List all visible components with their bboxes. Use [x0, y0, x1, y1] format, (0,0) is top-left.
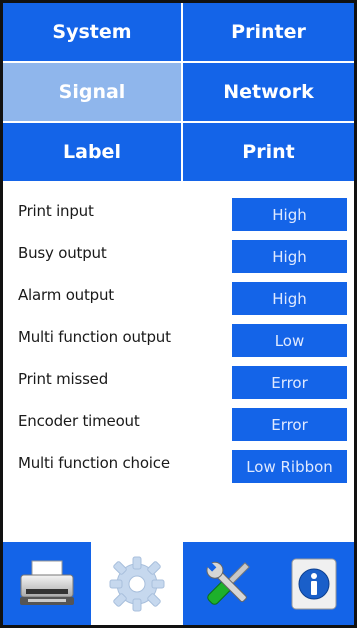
info-button[interactable]	[273, 542, 354, 625]
setting-label: Alarm output	[18, 286, 114, 304]
printer-button[interactable]	[3, 542, 91, 625]
tab-system[interactable]: System	[3, 3, 183, 63]
setting-row-encoder-timeout: Encoder timeout Error	[3, 406, 354, 448]
setting-row-busy-output: Busy output High	[3, 238, 354, 280]
setting-label: Print missed	[18, 370, 109, 388]
setting-value-button[interactable]: Error	[232, 366, 347, 399]
setting-value-button[interactable]: Low	[232, 324, 347, 357]
category-tabs: System Printer Signal Network Label Prin…	[3, 3, 354, 183]
setting-row-multi-function-output: Multi function output Low	[3, 322, 354, 364]
setting-row-print-input: Print input High	[3, 196, 354, 238]
setting-value-button[interactable]: High	[232, 282, 347, 315]
tools-icon	[205, 560, 250, 605]
setting-row-multi-function-choice: Multi function choice Low Ribbon	[3, 448, 354, 490]
setting-value-button[interactable]: High	[232, 198, 347, 231]
info-icon	[291, 558, 336, 609]
printer-icon	[20, 560, 74, 605]
tab-signal[interactable]: Signal	[3, 63, 183, 123]
setting-label: Multi function output	[18, 328, 171, 346]
tab-label[interactable]: Label	[3, 123, 183, 183]
app-window: System Printer Signal Network Label Prin…	[0, 0, 357, 628]
tab-network[interactable]: Network	[183, 63, 354, 123]
setting-label: Multi function choice	[18, 454, 170, 472]
bottom-toolbar	[3, 542, 354, 625]
setting-value-button[interactable]: High	[232, 240, 347, 273]
setting-row-print-missed: Print missed Error	[3, 364, 354, 406]
setting-label: Print input	[18, 202, 94, 220]
setting-row-alarm-output: Alarm output High	[3, 280, 354, 322]
signal-settings-list: Print input High Busy output High Alarm …	[3, 196, 354, 490]
setting-value-button[interactable]: Error	[232, 408, 347, 441]
setting-value-button[interactable]: Low Ribbon	[232, 450, 347, 483]
setting-label: Busy output	[18, 244, 107, 262]
gear-icon	[109, 556, 165, 611]
configuration-button[interactable]	[91, 542, 183, 625]
tab-printer[interactable]: Printer	[183, 3, 354, 63]
tab-print[interactable]: Print	[183, 123, 354, 183]
setting-label: Encoder timeout	[18, 412, 140, 430]
tools-button[interactable]	[183, 542, 273, 625]
